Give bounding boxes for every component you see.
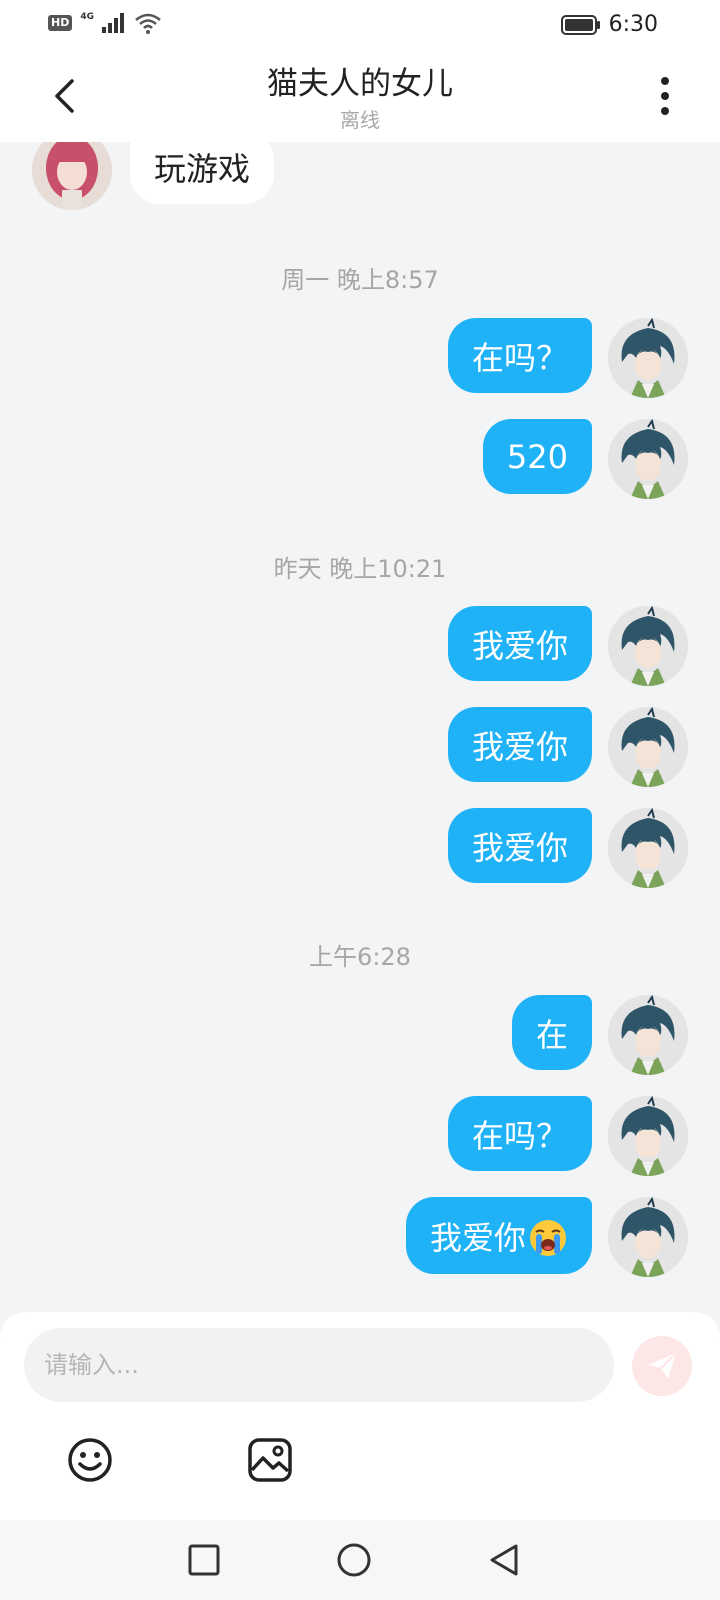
loudly-crying-face-icon	[530, 1219, 566, 1256]
my-avatar[interactable]	[608, 1096, 688, 1176]
status-left: HD 4G	[48, 12, 162, 34]
message-row-outgoing: 我爱你	[0, 606, 720, 686]
message-row-outgoing: 520	[0, 419, 720, 499]
battery-icon	[560, 14, 600, 35]
more-button[interactable]	[650, 72, 680, 120]
time-divider: 上午6:28	[309, 943, 411, 971]
my-avatar-image	[608, 1197, 688, 1277]
message-bubble-outgoing[interactable]: 在吗？	[447, 1096, 592, 1171]
system-nav-bar	[0, 1520, 720, 1600]
smiley-icon	[68, 1438, 112, 1482]
message-text: 我爱你	[429, 1218, 526, 1257]
send-button[interactable]	[632, 1336, 692, 1396]
my-avatar[interactable]	[608, 318, 688, 398]
contact-avatar[interactable]	[32, 142, 112, 210]
my-avatar[interactable]	[608, 1197, 688, 1277]
message-bubble-outgoing[interactable]: 在吗？	[447, 318, 592, 393]
my-avatar[interactable]	[608, 707, 688, 787]
message-row-outgoing: 我爱你	[0, 808, 720, 888]
my-avatar[interactable]	[608, 808, 688, 888]
wifi-icon	[135, 13, 161, 34]
message-row-outgoing: 我爱你	[0, 707, 720, 787]
my-avatar-image	[608, 808, 688, 888]
signal-icon	[102, 13, 124, 33]
my-avatar-image	[608, 1096, 688, 1176]
my-avatar[interactable]	[608, 995, 688, 1075]
more-dot	[661, 107, 669, 115]
home-button[interactable]	[334, 1540, 374, 1580]
contact-avatar-image	[32, 142, 112, 210]
recent-apps-button[interactable]	[184, 1540, 224, 1580]
time-divider: 周一 晚上8:57	[281, 266, 439, 294]
message-bubble-outgoing[interactable]: 我爱你	[447, 606, 592, 681]
message-row-outgoing: 在吗？	[0, 318, 720, 398]
clock: 6:30	[608, 12, 658, 37]
chat-title: 猫夫人的女儿	[267, 66, 453, 102]
hd-badge: HD	[48, 15, 73, 31]
network-type-label: 4G	[80, 12, 94, 22]
triangle-back-icon	[490, 1544, 518, 1576]
square-icon	[188, 1544, 220, 1576]
time-divider: 昨天 晚上10:21	[273, 555, 447, 583]
my-avatar-image	[608, 707, 688, 787]
emoji-button[interactable]	[66, 1436, 114, 1484]
my-avatar-image	[608, 606, 688, 686]
status-right: 6:30	[560, 12, 658, 37]
image-button[interactable]	[246, 1436, 294, 1484]
my-avatar-image	[608, 995, 688, 1075]
back-nav-button[interactable]	[484, 1540, 524, 1580]
message-row-outgoing: 我爱你	[0, 1197, 720, 1277]
message-row-outgoing: 在吗？	[0, 1096, 720, 1176]
circle-icon	[337, 1543, 371, 1577]
message-bubble-outgoing[interactable]: 在	[511, 995, 592, 1070]
message-row-incoming: 玩游戏	[0, 142, 720, 216]
message-bubble-incoming[interactable]: 玩游戏	[130, 142, 275, 204]
status-bar: HD 4G 6:30	[0, 0, 720, 50]
input-panel	[0, 1312, 720, 1520]
message-input[interactable]	[24, 1328, 614, 1402]
message-row-outgoing: 在	[0, 995, 720, 1075]
send-icon	[648, 1352, 677, 1379]
my-avatar-image	[608, 419, 688, 499]
my-avatar[interactable]	[608, 606, 688, 686]
message-list[interactable]: 玩游戏 周一 晚上8:57 在吗？ 520 昨天 晚上10:21 我爱你 我爱你…	[0, 142, 720, 1312]
image-icon	[248, 1438, 292, 1482]
message-bubble-outgoing[interactable]: 520	[482, 419, 592, 494]
my-avatar-image	[608, 318, 688, 398]
more-dot	[661, 92, 669, 100]
chat-header: 猫夫人的女儿 离线	[0, 50, 720, 142]
my-avatar[interactable]	[608, 419, 688, 499]
more-vertical-icon	[661, 77, 669, 85]
chat-status: 离线	[340, 108, 380, 132]
message-bubble-outgoing[interactable]: 我爱你	[447, 707, 592, 782]
message-bubble-outgoing[interactable]: 我爱你	[405, 1197, 592, 1274]
message-bubble-outgoing[interactable]: 我爱你	[447, 808, 592, 883]
